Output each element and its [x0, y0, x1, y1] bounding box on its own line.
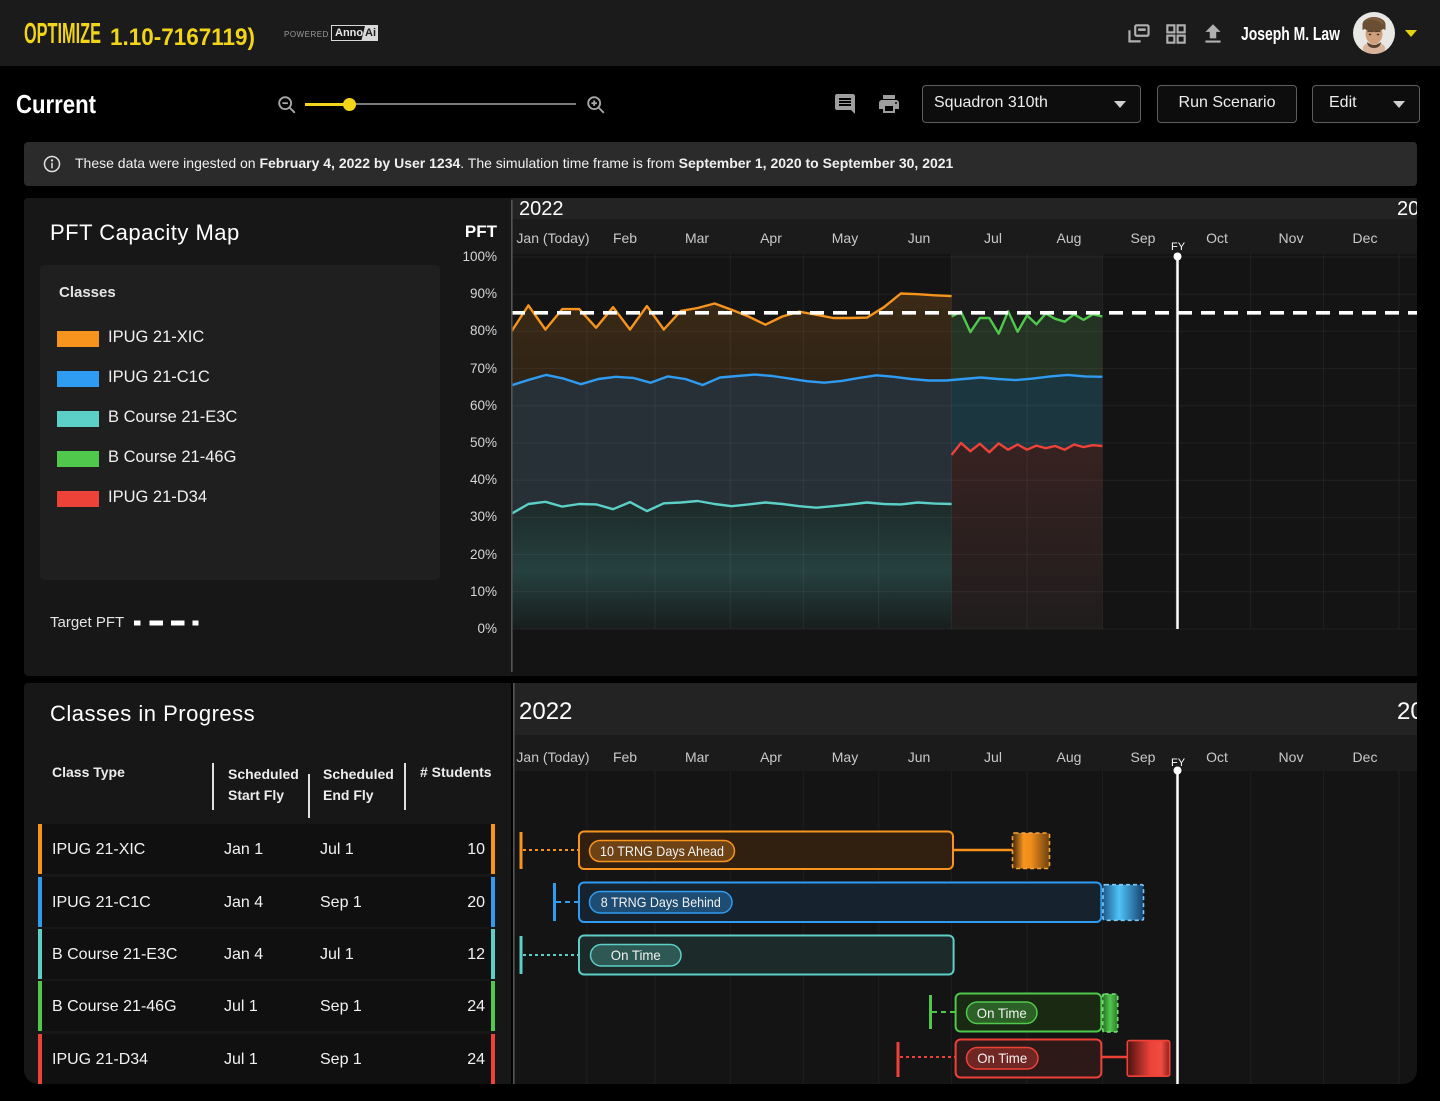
svg-text:FY: FY [1171, 241, 1186, 253]
svg-text:Jan (Today): Jan (Today) [516, 749, 589, 765]
svg-text:Oct: Oct [1206, 230, 1228, 246]
svg-text:8 TRNG Days Behind: 8 TRNG Days Behind [601, 894, 721, 910]
svg-text:On Time: On Time [977, 1050, 1027, 1066]
svg-text:Jun: Jun [908, 230, 931, 246]
svg-text:Nov: Nov [1279, 749, 1304, 765]
svg-text:2022: 2022 [519, 198, 564, 220]
svg-text:1.10-7167119): 1.10-7167119) [110, 24, 255, 51]
svg-text:Aug: Aug [1057, 230, 1082, 246]
svg-text:Aug: Aug [1057, 749, 1082, 765]
svg-text:On Time: On Time [977, 1005, 1027, 1021]
svg-text:Jan (Today): Jan (Today) [516, 230, 589, 246]
svg-text:Apr: Apr [760, 749, 782, 765]
svg-text:May: May [832, 749, 858, 765]
svg-text:Current: Current [16, 89, 96, 119]
svg-text:Mar: Mar [685, 749, 709, 765]
svg-text:Jul: Jul [984, 749, 1002, 765]
svg-text:May: May [832, 230, 858, 246]
svg-text:Dec: Dec [1353, 230, 1378, 246]
svg-text:Dec: Dec [1353, 749, 1378, 765]
svg-text:Jul: Jul [984, 230, 1002, 246]
svg-text:OPTIMIZE: OPTIMIZE [24, 18, 101, 48]
svg-text:Feb: Feb [613, 749, 637, 765]
svg-text:2023: 2023 [1397, 198, 1417, 220]
svg-text:Nov: Nov [1279, 230, 1304, 246]
svg-text:Apr: Apr [760, 230, 782, 246]
svg-text:10 TRNG Days Ahead: 10 TRNG Days Ahead [600, 843, 724, 859]
svg-text:On Time: On Time [611, 947, 661, 963]
svg-text:2022: 2022 [519, 698, 572, 725]
svg-text:Feb: Feb [613, 230, 637, 246]
svg-text:Joseph M. Law: Joseph M. Law [1241, 24, 1341, 44]
svg-text:Oct: Oct [1206, 749, 1228, 765]
svg-text:2023: 2023 [1397, 698, 1417, 725]
svg-text:Sep: Sep [1131, 230, 1156, 246]
svg-text:Jun: Jun [908, 749, 931, 765]
svg-text:Sep: Sep [1131, 749, 1156, 765]
svg-text:Mar: Mar [685, 230, 709, 246]
